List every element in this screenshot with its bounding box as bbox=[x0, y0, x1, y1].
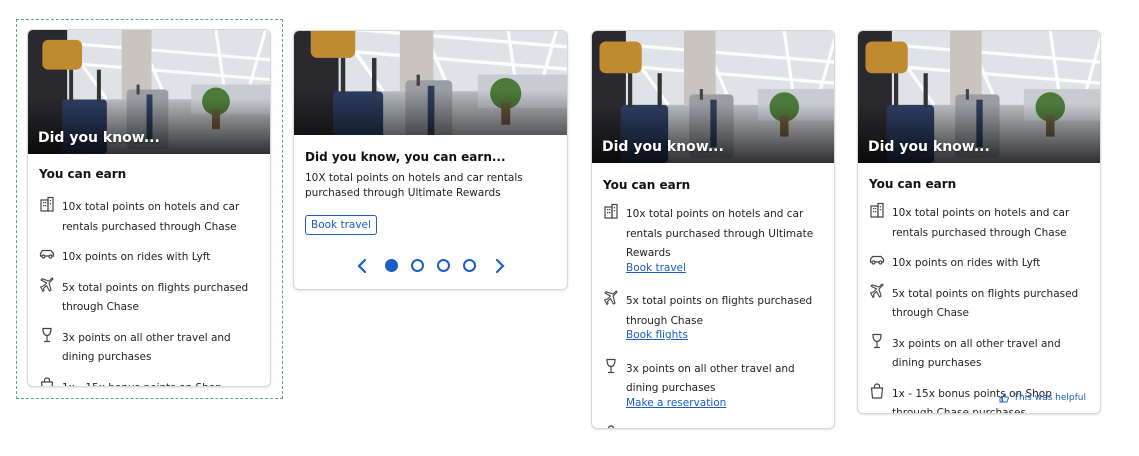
hero-image: Did you know... bbox=[28, 30, 270, 154]
car-icon bbox=[869, 252, 885, 268]
benefit-text: 10x total points on hotels and car renta… bbox=[626, 208, 814, 259]
airplane-icon bbox=[39, 276, 55, 293]
building-icon bbox=[869, 202, 885, 218]
car-icon bbox=[39, 246, 55, 262]
benefit-body: 10x points on rides with Lyft bbox=[62, 245, 210, 265]
building-icon bbox=[603, 203, 619, 219]
section-heading: Did you know, you can earn... bbox=[305, 150, 506, 164]
benefit-body: 3x points on all other travel and dining… bbox=[62, 326, 263, 365]
benefit-item: 1x - 15x bonus points on Shop through Ch… bbox=[603, 424, 827, 428]
card-text: 10X total points on hotels and car renta… bbox=[305, 172, 523, 199]
benefit-link[interactable]: Make a reservation bbox=[626, 396, 827, 411]
chevron-right-icon[interactable] bbox=[493, 258, 507, 274]
benefit-body: 1x - 15x bonus points on Shop through Ch… bbox=[626, 424, 827, 428]
helpful-label: This was helpful bbox=[1013, 393, 1086, 403]
benefit-body: 1x - 15x bonus points on Shop through Ch… bbox=[62, 376, 263, 387]
benefit-text: 5x total points on flights purchased thr… bbox=[62, 281, 249, 314]
earn-card-4: Did you know... You can earn 10x total p… bbox=[857, 30, 1101, 414]
benefit-item: 1x - 15x bonus points on Shop through Ch… bbox=[39, 376, 263, 387]
earn-card-3: Did you know... You can earn 10x total p… bbox=[591, 30, 835, 429]
benefit-text: 10x total points on hotels and car renta… bbox=[892, 207, 1070, 239]
benefit-item: 5x total points on flights purchased thr… bbox=[603, 289, 827, 343]
benefit-text: 5x total points on flights purchased thr… bbox=[626, 295, 813, 327]
benefit-body: 10x points on rides with Lyft bbox=[892, 251, 1040, 271]
benefit-text: 5x total points on flights purchased thr… bbox=[892, 287, 1079, 320]
book-travel-button[interactable]: Book travel bbox=[305, 215, 377, 235]
benefit-body: 3x points on all other travel and dining… bbox=[892, 332, 1093, 371]
earn-card-2: Did you know, you can earn... 10X total … bbox=[293, 30, 568, 290]
benefit-body: 3x points on all other travel and dining… bbox=[626, 357, 827, 411]
carousel-dot-1[interactable] bbox=[385, 259, 398, 272]
benefit-text: 10x total points on hotels and car renta… bbox=[62, 201, 240, 233]
hero-image bbox=[294, 31, 567, 135]
benefit-body: 10x total points on hotels and car renta… bbox=[62, 195, 263, 234]
benefit-item: 3x points on all other travel and dining… bbox=[869, 332, 1093, 371]
benefit-body: 5x total points on flights purchased thr… bbox=[892, 282, 1093, 321]
hero-image: Did you know... bbox=[592, 31, 834, 163]
airplane-icon bbox=[603, 290, 619, 306]
benefit-text: 3x points on all other travel and dining… bbox=[892, 337, 1061, 370]
thumbs-up-icon bbox=[1000, 393, 1010, 403]
benefit-body: 5x total points on flights purchased thr… bbox=[626, 289, 827, 343]
shopping-bag-icon bbox=[39, 376, 55, 386]
section-heading: You can earn bbox=[603, 178, 691, 192]
chevron-left-icon[interactable] bbox=[355, 258, 369, 274]
airplane-icon bbox=[869, 282, 885, 299]
wine-glass-icon bbox=[39, 327, 55, 343]
helpful-feedback-button[interactable]: This was helpful bbox=[999, 393, 1086, 403]
benefit-item: 3x points on all other travel and dining… bbox=[39, 326, 263, 365]
benefit-item: 10x total points on hotels and car renta… bbox=[603, 202, 827, 275]
benefit-item: 10x points on rides with Lyft bbox=[869, 251, 1093, 271]
hero-image: Did you know... bbox=[858, 31, 1100, 163]
building-icon bbox=[39, 196, 55, 212]
benefit-item: 3x points on all other travel and dining… bbox=[603, 357, 827, 411]
benefit-text: 10x points on rides with Lyft bbox=[892, 257, 1041, 269]
section-heading: You can earn bbox=[869, 177, 957, 191]
hero-caption: Did you know... bbox=[868, 139, 990, 155]
carousel-dot-2[interactable] bbox=[411, 259, 424, 272]
hero-caption: Did you know... bbox=[602, 139, 724, 155]
hero-caption: Did you know... bbox=[38, 130, 160, 146]
shopping-bag-icon bbox=[603, 425, 619, 428]
benefit-link[interactable]: Book flights bbox=[626, 328, 827, 343]
benefit-item: 10x points on rides with Lyft bbox=[39, 245, 263, 265]
benefit-text: 3x points on all other travel and dining… bbox=[626, 362, 795, 395]
benefit-text: 10x points on rides with Lyft bbox=[62, 251, 211, 263]
carousel-dot-3[interactable] bbox=[437, 259, 450, 272]
benefit-body: 10x total points on hotels and car renta… bbox=[626, 202, 827, 275]
benefit-item: 5x total points on flights purchased thr… bbox=[869, 282, 1093, 321]
benefit-link[interactable]: Book travel bbox=[626, 261, 827, 276]
benefit-item: 10x total points on hotels and car renta… bbox=[869, 201, 1093, 240]
benefit-body: 10x total points on hotels and car renta… bbox=[892, 201, 1093, 240]
benefit-text: 3x points on all other travel and dining… bbox=[62, 331, 231, 364]
benefit-text: 1x - 15x bonus points on Shop through Ch… bbox=[62, 382, 222, 387]
benefit-item: 10x total points on hotels and car renta… bbox=[39, 195, 263, 234]
wine-glass-icon bbox=[603, 358, 619, 374]
section-heading: You can earn bbox=[39, 167, 127, 181]
earn-card-1: Did you know... You can earn 10x total p… bbox=[27, 29, 271, 387]
benefit-item: 5x total points on flights purchased thr… bbox=[39, 276, 263, 315]
wine-glass-icon bbox=[869, 333, 885, 349]
shopping-bag-icon bbox=[869, 382, 885, 399]
benefit-body: 5x total points on flights purchased thr… bbox=[62, 276, 263, 315]
carousel-dot-4[interactable] bbox=[463, 259, 476, 272]
